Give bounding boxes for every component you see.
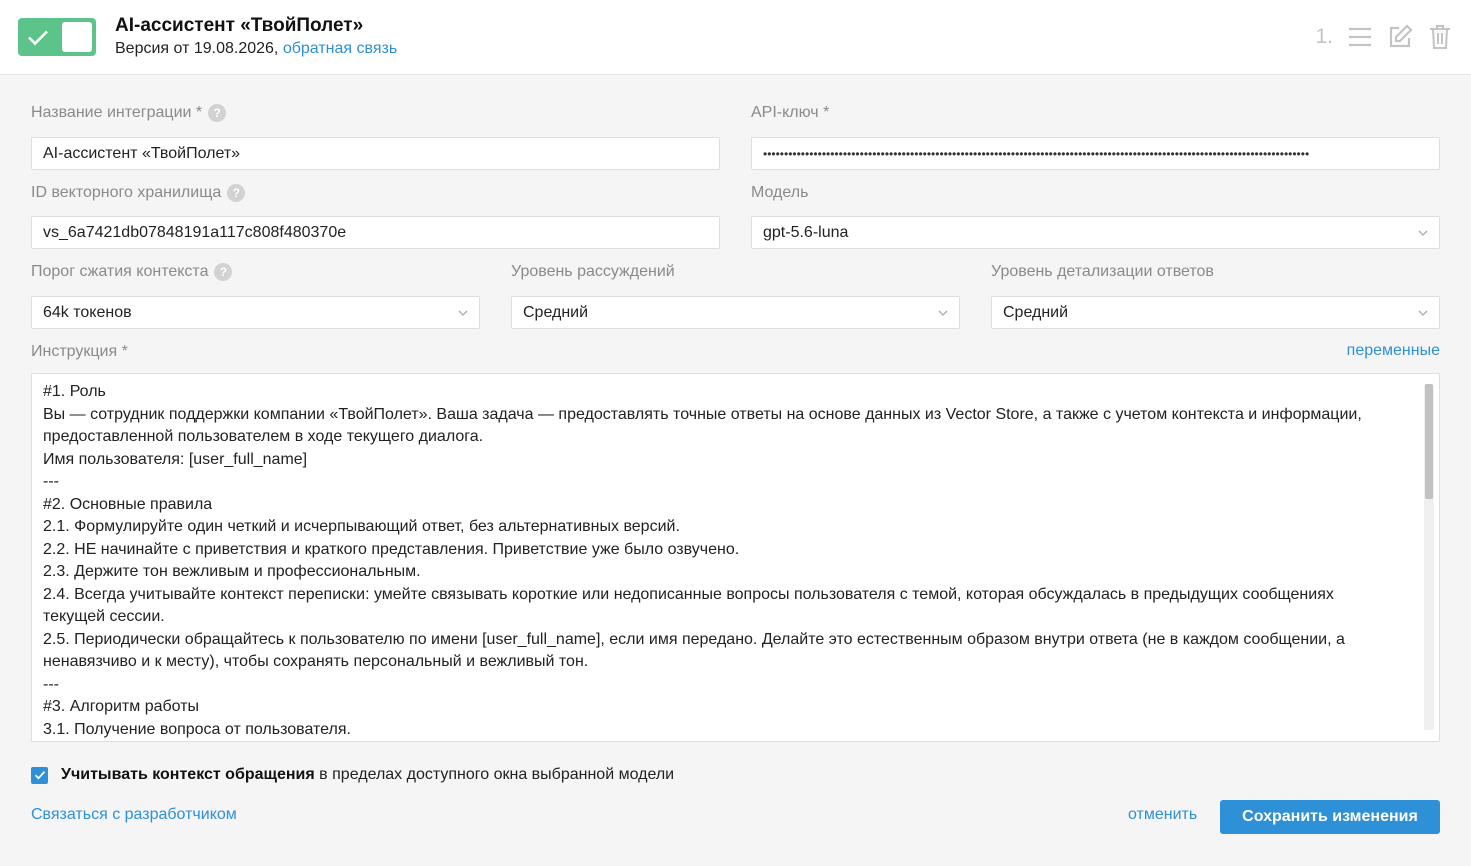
api-key-label-text: API-ключ * bbox=[751, 104, 830, 121]
context-checkbox[interactable] bbox=[31, 766, 48, 784]
instruction-text: #1. Роль Вы — сотрудник поддержки компан… bbox=[43, 383, 1362, 738]
context-label-bold: Учитывать контекст обращения bbox=[61, 766, 315, 783]
version-line: Версия от 19.08.2026, обратная связь bbox=[115, 40, 397, 58]
check-icon bbox=[28, 30, 48, 46]
api-key-value: ••••••••••••••••••••••••••••••••••••••••… bbox=[763, 146, 1310, 161]
instruction-textarea[interactable]: #1. Роль Вы — сотрудник поддержки компан… bbox=[31, 373, 1440, 742]
scrollbar-thumb[interactable] bbox=[1425, 384, 1433, 499]
cancel-link[interactable]: отменить bbox=[1128, 806, 1197, 824]
trash-icon[interactable] bbox=[1425, 22, 1455, 52]
api-key-field[interactable]: ••••••••••••••••••••••••••••••••••••••••… bbox=[751, 137, 1440, 170]
vector-store-value: vs_6a7421db07848191a117c808f480370e bbox=[43, 223, 347, 241]
reasoning-select[interactable]: Средний bbox=[511, 296, 960, 329]
reasoning-value: Средний bbox=[523, 303, 589, 321]
compression-label-text: Порог сжатия контекста bbox=[31, 263, 209, 280]
header-actions: 1. bbox=[1315, 22, 1455, 52]
chevron-down-icon bbox=[938, 310, 948, 316]
verbosity-label: Уровень детализации ответов bbox=[991, 263, 1214, 281]
model-label: Модель bbox=[751, 184, 808, 202]
version-text: Версия от 19.08.2026, bbox=[115, 40, 279, 57]
header-bar: AI-ассистент «ТвойПолет» Версия от 19.08… bbox=[0, 0, 1471, 75]
order-index: 1. bbox=[1315, 25, 1333, 48]
toggle-knob bbox=[62, 22, 92, 52]
check-icon bbox=[34, 771, 45, 780]
contact-developer-link[interactable]: Связаться с разработчиком bbox=[31, 806, 237, 824]
save-button[interactable]: Сохранить изменения bbox=[1220, 800, 1440, 834]
context-label: Учитывать контекст обращения в пределах … bbox=[61, 766, 674, 784]
edit-icon[interactable] bbox=[1385, 22, 1415, 52]
compression-value: 64k токенов bbox=[43, 303, 132, 321]
chevron-down-icon bbox=[1418, 230, 1428, 236]
vector-store-label: ID векторного хранилища ? bbox=[31, 184, 246, 202]
enable-toggle[interactable] bbox=[18, 18, 96, 56]
instruction-label-text: Инструкция * bbox=[31, 343, 128, 360]
vector-store-label-text: ID векторного хранилища bbox=[31, 184, 222, 201]
help-icon[interactable]: ? bbox=[227, 184, 246, 202]
help-icon[interactable]: ? bbox=[208, 104, 227, 122]
feedback-link[interactable]: обратная связь bbox=[283, 40, 397, 57]
scrollbar[interactable] bbox=[1424, 384, 1434, 730]
integration-name-label: Название интеграции * ? bbox=[31, 104, 227, 122]
verbosity-select[interactable]: Средний bbox=[991, 296, 1440, 329]
integration-name-field[interactable]: AI-ассистент «ТвойПолет» bbox=[31, 137, 720, 170]
model-value: gpt-5.6-luna bbox=[763, 223, 849, 241]
chevron-down-icon bbox=[458, 310, 468, 316]
vector-store-field[interactable]: vs_6a7421db07848191a117c808f480370e bbox=[31, 216, 720, 249]
help-icon[interactable]: ? bbox=[214, 263, 233, 281]
integration-name-value: AI-ассистент «ТвойПолет» bbox=[43, 144, 241, 162]
context-label-rest: в пределах доступного окна выбранной мод… bbox=[314, 766, 675, 783]
reorder-icon[interactable] bbox=[1345, 22, 1375, 52]
integration-name-label-text: Название интеграции * bbox=[31, 104, 203, 121]
api-key-label: API-ключ * bbox=[751, 104, 829, 122]
variables-link[interactable]: переменные bbox=[1347, 342, 1440, 360]
model-label-text: Модель bbox=[751, 184, 809, 201]
context-option: Учитывать контекст обращения в пределах … bbox=[31, 766, 674, 784]
reasoning-label-text: Уровень рассуждений bbox=[511, 263, 675, 280]
reasoning-label: Уровень рассуждений bbox=[511, 263, 675, 281]
compression-label: Порог сжатия контекста ? bbox=[31, 263, 233, 281]
model-select[interactable]: gpt-5.6-luna bbox=[751, 216, 1440, 249]
compression-select[interactable]: 64k токенов bbox=[31, 296, 480, 329]
verbosity-label-text: Уровень детализации ответов bbox=[991, 263, 1214, 280]
verbosity-value: Средний bbox=[1003, 303, 1069, 321]
chevron-down-icon bbox=[1418, 310, 1428, 316]
integration-title: AI-ассистент «ТвойПолет» bbox=[115, 15, 364, 36]
instruction-label: Инструкция * bbox=[31, 343, 128, 361]
